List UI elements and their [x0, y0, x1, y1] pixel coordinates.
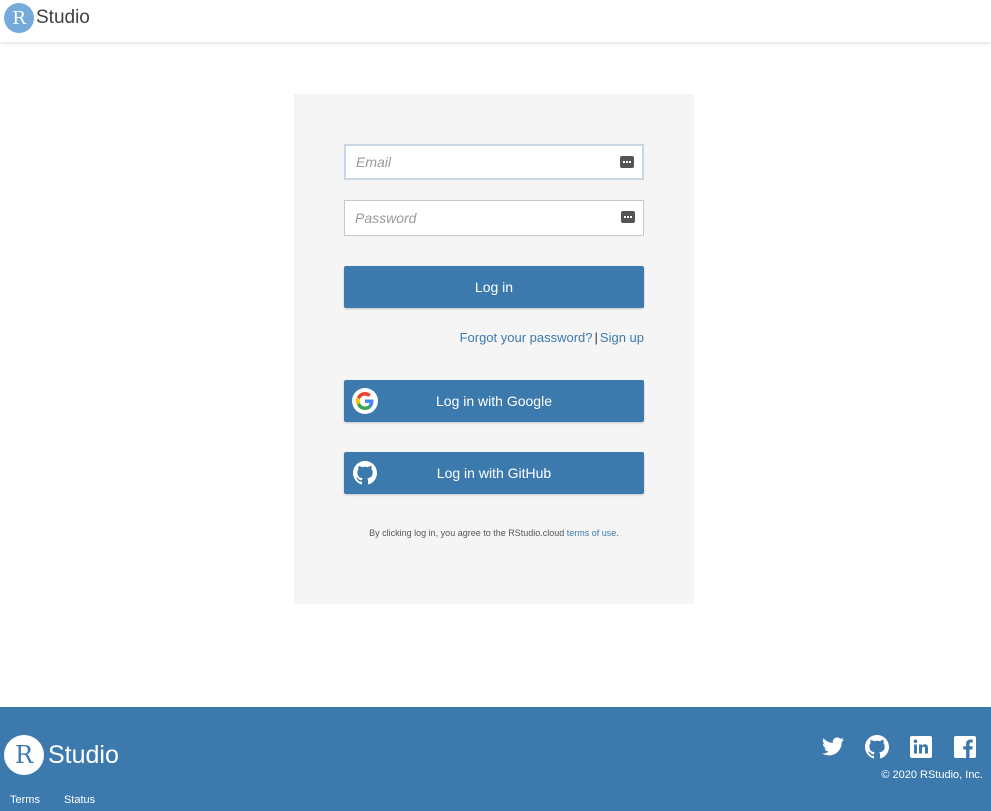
terms-suffix: .	[616, 528, 619, 538]
sign-up-link[interactable]: Sign up	[600, 330, 644, 345]
copyright-text: © 2020 RStudio, Inc.	[881, 769, 983, 781]
google-login-label: Log in with Google	[436, 393, 552, 409]
terms-prefix: By clicking log in, you agree to the RSt…	[369, 528, 565, 538]
login-button[interactable]: Log in	[344, 266, 644, 308]
logo-r-circle: R	[4, 3, 34, 33]
linkedin-icon[interactable]	[909, 735, 933, 759]
forgot-password-link[interactable]: Forgot your password?	[460, 330, 593, 345]
footer-logo-r-circle: R	[4, 735, 44, 775]
google-login-button[interactable]: Log in with Google	[344, 380, 644, 422]
footer-links: Terms Status	[10, 794, 95, 806]
github-icon[interactable]	[865, 735, 889, 759]
footer-terms-link[interactable]: Terms	[10, 794, 40, 806]
email-field[interactable]	[344, 144, 644, 180]
github-login-label: Log in with GitHub	[436, 465, 552, 481]
top-header: R Studio	[0, 0, 991, 42]
terms-notice: By clicking log in, you agree to the RSt…	[294, 528, 694, 538]
login-panel: Log in Forgot your password?|Sign up Log…	[294, 94, 694, 604]
github-icon	[352, 460, 378, 486]
footer-rstudio-logo[interactable]: R Studio	[4, 735, 119, 775]
github-login-button[interactable]: Log in with GitHub	[344, 452, 644, 494]
twitter-icon[interactable]	[821, 735, 845, 759]
link-separator: |	[594, 330, 598, 345]
social-links	[821, 735, 977, 759]
password-input[interactable]	[345, 201, 643, 235]
facebook-icon[interactable]	[953, 735, 977, 759]
rstudio-logo[interactable]: R Studio	[4, 3, 90, 33]
email-input[interactable]	[346, 146, 642, 178]
password-field[interactable]	[344, 200, 644, 236]
account-links: Forgot your password? | Sign up	[344, 330, 644, 345]
logo-text: Studio	[36, 7, 90, 28]
google-icon	[352, 388, 378, 414]
password-manager-icon[interactable]	[620, 156, 634, 168]
password-manager-icon[interactable]	[621, 211, 635, 223]
site-footer: R Studio Terms Status © 2020 RStudio, In…	[0, 707, 991, 811]
footer-status-link[interactable]: Status	[64, 794, 95, 806]
footer-logo-text: Studio	[48, 740, 119, 769]
terms-of-use-link[interactable]: terms of use	[567, 528, 617, 538]
